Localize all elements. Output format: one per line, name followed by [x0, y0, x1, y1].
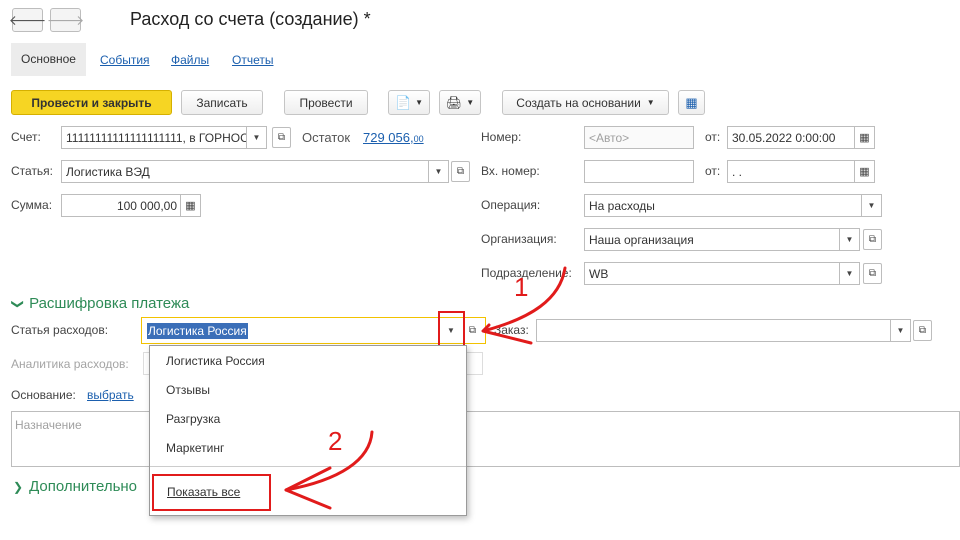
annotation-arrowhead-2 [284, 466, 332, 510]
annotation-number-1: 1 [514, 272, 529, 302]
annotation-number-2: 2 [328, 426, 343, 456]
annotation-overlay [284, 266, 567, 510]
